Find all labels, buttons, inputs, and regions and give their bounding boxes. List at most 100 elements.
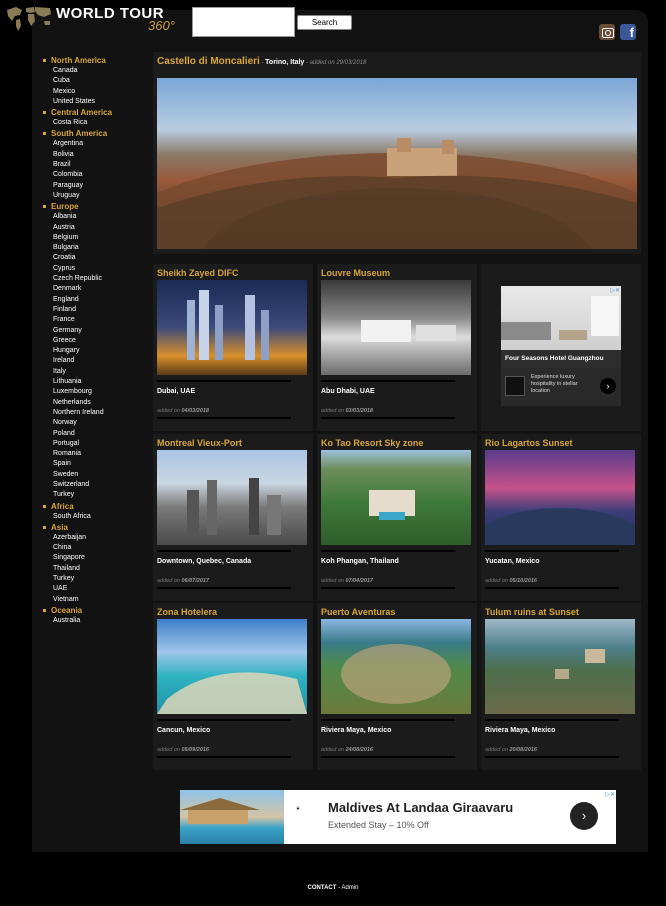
country-link[interactable]: Thailand xyxy=(42,564,147,574)
country-link[interactable]: South Africa xyxy=(42,512,147,522)
region-link[interactable]: Africa xyxy=(42,501,147,512)
region-link[interactable]: Europe xyxy=(42,201,147,212)
featured-title[interactable]: Castello di Moncalieri xyxy=(157,56,260,67)
region-link[interactable]: North America xyxy=(42,55,147,66)
country-link[interactable]: France xyxy=(42,315,147,325)
tour-card-location: Dubai, UAE xyxy=(157,388,196,395)
tour-card-image[interactable] xyxy=(321,450,471,545)
search-input[interactable] xyxy=(193,8,294,36)
country-link[interactable]: UAE xyxy=(42,584,147,594)
country-link[interactable]: Hungary xyxy=(42,346,147,356)
country-link[interactable]: Italy xyxy=(42,367,147,377)
country-link[interactable]: Czech Republic xyxy=(42,274,147,284)
tour-card: Puerto Aventuras Riviera Maya, Mexico ad… xyxy=(317,603,477,770)
country-link[interactable]: Paraguay xyxy=(42,181,147,191)
tour-card-image[interactable] xyxy=(157,619,307,714)
country-link[interactable]: Sweden xyxy=(42,470,147,480)
divider xyxy=(157,417,291,419)
chevron-right-icon[interactable]: › xyxy=(600,378,616,394)
country-link[interactable]: Turkey xyxy=(42,574,147,584)
country-link[interactable]: Luxembourg xyxy=(42,387,147,397)
region-link[interactable]: Central America xyxy=(42,107,147,118)
country-link[interactable]: Colombia xyxy=(42,170,147,180)
country-link[interactable]: Bolivia xyxy=(42,150,147,160)
country-link[interactable]: Canada xyxy=(42,66,147,76)
country-link[interactable]: Portugal xyxy=(42,439,147,449)
country-link[interactable]: China xyxy=(42,543,147,553)
country-link[interactable]: Costa Rica xyxy=(42,118,147,128)
country-link[interactable]: Uruguay xyxy=(42,191,147,201)
ad-choices-icon[interactable]: ▷✕ xyxy=(610,287,620,294)
tour-card-title[interactable]: Tulum ruins at Sunset xyxy=(485,607,579,617)
search-button[interactable]: Search xyxy=(297,15,352,30)
country-link[interactable]: Lithuania xyxy=(42,377,147,387)
country-link[interactable]: Bulgaria xyxy=(42,243,147,253)
region-link[interactable]: South America xyxy=(42,128,147,139)
ad-text: Experience luxury hospitality in stellar… xyxy=(531,374,578,394)
tour-card-title[interactable]: Sheikh Zayed DIFC xyxy=(157,268,239,278)
facebook-icon[interactable]: f xyxy=(620,24,636,40)
tour-card-title[interactable]: Montreal Vieux-Port xyxy=(157,438,242,448)
country-link[interactable]: Switzerland xyxy=(42,480,147,490)
site-logo[interactable]: WORLD TOUR 360° xyxy=(4,4,184,34)
country-link[interactable]: Belgium xyxy=(42,233,147,243)
side-ad-slot: ▷✕ Four Seasons Hotel Guangzhou Experien… xyxy=(481,264,641,431)
country-link[interactable]: Poland xyxy=(42,429,147,439)
country-link[interactable]: England xyxy=(42,295,147,305)
date-value: 06/07/2017 xyxy=(181,578,209,584)
tour-card-image[interactable] xyxy=(485,450,635,545)
country-link[interactable]: United States xyxy=(42,97,147,107)
divider xyxy=(321,587,455,589)
tour-card-image[interactable] xyxy=(157,450,307,545)
region-link[interactable]: Oceania xyxy=(42,605,147,616)
country-link[interactable]: Finland xyxy=(42,305,147,315)
sidebar-region: Central America Costa Rica xyxy=(42,107,147,128)
tour-card-title[interactable]: Louvre Museum xyxy=(321,268,390,278)
instagram-icon[interactable] xyxy=(599,24,615,40)
ad-choices-icon[interactable]: ▷✕ xyxy=(605,791,615,798)
featured-panorama-image[interactable] xyxy=(157,78,637,249)
tour-card-image[interactable] xyxy=(321,280,471,375)
tour-card-image[interactable] xyxy=(321,619,471,714)
divider xyxy=(485,756,619,758)
region-link[interactable]: Asia xyxy=(42,522,147,533)
country-link[interactable]: Singapore xyxy=(42,553,147,563)
tour-card-image[interactable] xyxy=(157,280,307,375)
country-link[interactable]: Germany xyxy=(42,326,147,336)
country-link[interactable]: Azerbaijan xyxy=(42,533,147,543)
country-link[interactable]: Denmark xyxy=(42,284,147,294)
country-link[interactable]: Northern Ireland xyxy=(42,408,147,418)
country-link[interactable]: Argentina xyxy=(42,139,147,149)
tour-card-title[interactable]: Zona Hotelera xyxy=(157,607,217,617)
country-link[interactable]: Albania xyxy=(42,212,147,222)
country-link[interactable]: Spain xyxy=(42,459,147,469)
country-link[interactable]: Netherlands xyxy=(42,398,147,408)
country-link[interactable]: Greece xyxy=(42,336,147,346)
country-link[interactable]: Croatia xyxy=(42,253,147,263)
side-ad[interactable]: ▷✕ Four Seasons Hotel Guangzhou Experien… xyxy=(501,286,621,406)
country-link[interactable]: Cuba xyxy=(42,76,147,86)
tour-card-date: added on 05/09/2016 xyxy=(157,747,209,753)
country-link[interactable]: Vietnam xyxy=(42,595,147,605)
divider xyxy=(485,550,619,552)
contact-link[interactable]: CONTACT xyxy=(308,885,337,891)
tour-card: Ko Tao Resort Sky zone Koh Phangan, Thai… xyxy=(317,434,477,601)
country-link[interactable]: Cyprus xyxy=(42,264,147,274)
banner-ad[interactable]: ❦ ▷✕ Maldives At Landaa Giraavaru Extend… xyxy=(180,790,616,844)
country-link[interactable]: Ireland xyxy=(42,356,147,366)
tour-card-title[interactable]: Rio Lagartos Sunset xyxy=(485,438,573,448)
tour-card-image[interactable] xyxy=(485,619,635,714)
country-link[interactable]: Austria xyxy=(42,223,147,233)
tour-card: Zona Hotelera Cancun, Mexico added on 05… xyxy=(153,603,313,770)
country-link[interactable]: Romania xyxy=(42,449,147,459)
featured-date: 29/03/2018 xyxy=(336,60,367,66)
chevron-right-icon[interactable]: › xyxy=(570,802,598,830)
tour-card-title[interactable]: Ko Tao Resort Sky zone xyxy=(321,438,423,448)
tour-card-title[interactable]: Puerto Aventuras xyxy=(321,607,395,617)
country-link[interactable]: Australia xyxy=(42,616,147,626)
country-link[interactable]: Brazil xyxy=(42,160,147,170)
admin-link[interactable]: Admin xyxy=(341,885,358,891)
country-link[interactable]: Norway xyxy=(42,418,147,428)
country-link[interactable]: Turkey xyxy=(42,490,147,500)
country-link[interactable]: Mexico xyxy=(42,87,147,97)
